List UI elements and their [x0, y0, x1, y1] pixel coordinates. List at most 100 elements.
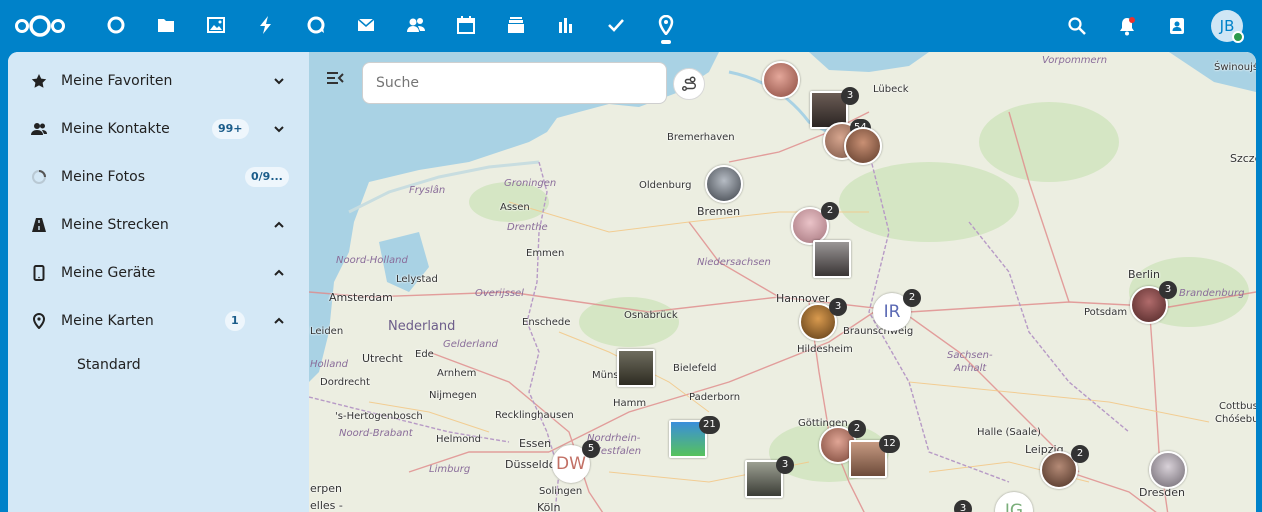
app-header: JB [0, 0, 1262, 50]
nav-item-my-maps[interactable]: Meine Karten 1 [8, 301, 309, 341]
contact-marker[interactable] [705, 165, 743, 203]
map-label: Noord-Brabant [339, 428, 413, 439]
chevron-down-icon[interactable] [272, 74, 286, 88]
contacts-icon[interactable] [402, 11, 430, 39]
contact-marker[interactable] [844, 127, 882, 165]
map-label: Essen [519, 437, 552, 450]
map-label: Berlin [1128, 268, 1160, 281]
photos-progress-badge: 0/9... [245, 167, 289, 187]
chevron-up-icon[interactable] [272, 266, 286, 280]
marker-initials: DW [556, 454, 586, 474]
route-icon [681, 76, 696, 92]
map-label: Solingen [539, 486, 583, 497]
nav-item-tracks[interactable]: Meine Strecken [8, 205, 309, 245]
map-list-item-standard[interactable]: Standard [77, 357, 141, 373]
cluster-count-badge: 2 [848, 420, 866, 438]
phone-icon [30, 264, 48, 282]
map-label: Enschede [522, 317, 571, 328]
map-label: Niedersachsen [697, 257, 771, 268]
map-label: Köln [537, 501, 561, 512]
cluster-count-badge: 3 [829, 298, 847, 316]
star-icon [30, 72, 48, 90]
photos-icon[interactable] [202, 11, 230, 39]
photo-marker[interactable] [813, 240, 851, 278]
map-label: Potsdam [1084, 307, 1128, 318]
map-label: Dordrecht [320, 377, 370, 388]
routing-button[interactable] [673, 68, 705, 100]
map-label: Oldenburg [639, 180, 692, 191]
analytics-icon[interactable] [552, 11, 580, 39]
map-label: Fryslân [409, 185, 446, 196]
nav-item-devices[interactable]: Meine Geräte [8, 253, 309, 293]
chevron-up-icon[interactable] [272, 218, 286, 232]
map-label: Lelystad [396, 274, 438, 285]
notifications-bell-icon[interactable] [1113, 12, 1141, 40]
map-label: Brandenburg [1179, 288, 1245, 299]
chevron-down-icon[interactable] [272, 122, 286, 136]
map-label: Ede [415, 349, 434, 360]
map-label: Lübeck [873, 84, 909, 95]
map-label: Noord-Holland [336, 255, 408, 266]
contacts-icon [30, 120, 48, 138]
marker-initials: JG [1004, 501, 1024, 512]
map-label: Gelderland [443, 339, 498, 350]
nav-item-photos[interactable]: Meine Fotos 0/9... [8, 157, 309, 197]
map-label: elles - [310, 499, 343, 512]
map-label: Helmond [436, 434, 481, 445]
activity-icon[interactable] [252, 11, 280, 39]
nav-item-label: Meine Strecken [61, 217, 169, 233]
nextcloud-logo-icon[interactable] [14, 13, 66, 39]
toggle-navigation-icon[interactable] [325, 68, 345, 88]
app-navigation: Meine Favoriten Meine Kontakte 99+ Meine… [8, 52, 309, 512]
cluster-count-badge: 5 [582, 440, 600, 458]
cluster-count-badge: 2 [821, 202, 839, 220]
map-label: Limburg [429, 464, 471, 475]
road-icon [30, 216, 48, 234]
mail-icon[interactable] [352, 11, 380, 39]
map-label: Sachsen- [947, 350, 993, 361]
contact-marker[interactable] [1149, 451, 1187, 489]
search-icon[interactable] [1063, 12, 1091, 40]
map-view[interactable]: Vorpommern Świnoujście Lübeck Szczec Bre… [309, 52, 1256, 512]
active-app-indicator [661, 40, 671, 44]
map-label: Halle (Saale) [977, 427, 1041, 438]
map-label: Drenthe [507, 222, 548, 233]
cluster-count-badge: 2 [1071, 445, 1089, 463]
cluster-count-badge: 3 [954, 500, 972, 512]
deck-icon[interactable] [502, 11, 530, 39]
map-label: Groningen [504, 178, 557, 189]
tasks-icon[interactable] [602, 11, 630, 39]
map-label: Emmen [526, 248, 565, 259]
map-label: Recklinghausen [495, 410, 574, 421]
map-label: Utrecht [362, 352, 403, 365]
map-label: Holland [310, 359, 349, 370]
map-label: Szczec [1230, 152, 1256, 165]
map-label: Hamm [613, 398, 647, 409]
photo-marker[interactable] [617, 349, 655, 387]
chevron-up-icon[interactable] [272, 314, 286, 328]
contact-marker[interactable] [762, 61, 800, 99]
files-icon[interactable] [152, 11, 180, 39]
map-label: Świnoujście [1214, 62, 1256, 73]
talk-icon[interactable] [302, 11, 330, 39]
map-label: Cottbus [1219, 401, 1256, 412]
loading-icon [30, 168, 48, 186]
avatar-initials: JB [1219, 17, 1235, 35]
cluster-count-badge: 3 [776, 456, 794, 474]
cluster-count-badge: 3 [841, 87, 859, 105]
nav-item-favorites[interactable]: Meine Favoriten [8, 61, 309, 101]
contacts-menu-icon[interactable] [1163, 12, 1191, 40]
maps-icon[interactable] [652, 11, 680, 39]
map-label: Osnabrück [624, 310, 678, 321]
map-label: Nederland [388, 319, 456, 334]
map-label: Vorpommern [1042, 55, 1108, 66]
map-search-input[interactable] [362, 62, 667, 104]
nav-item-label: Meine Geräte [61, 265, 156, 281]
nav-item-label: Meine Kontakte [61, 121, 170, 137]
nav-item-label: Meine Karten [61, 313, 154, 329]
nav-item-label: Meine Fotos [61, 169, 145, 185]
map-label: Leiden [310, 326, 344, 337]
calendar-icon[interactable] [452, 11, 480, 39]
dashboard-icon[interactable] [102, 11, 130, 39]
nav-item-contacts[interactable]: Meine Kontakte 99+ [8, 109, 309, 149]
